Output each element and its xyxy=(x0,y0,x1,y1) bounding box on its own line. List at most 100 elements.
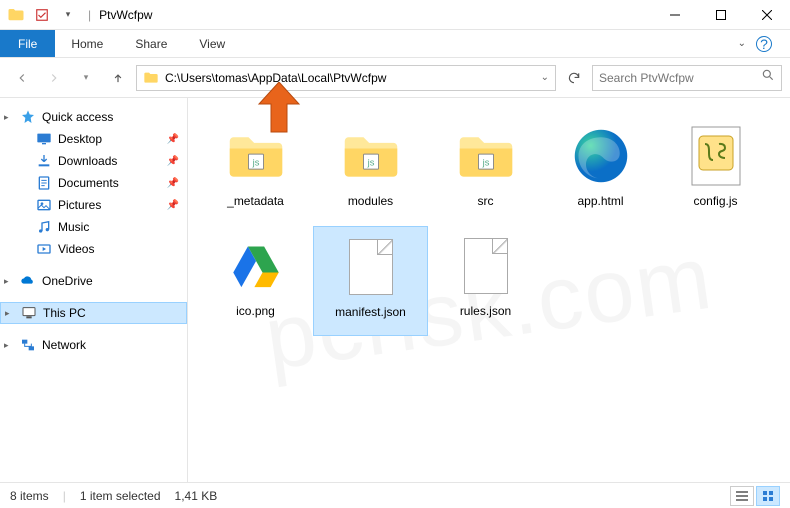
sidebar-item-label: Music xyxy=(58,220,89,234)
sidebar-item-label: Videos xyxy=(58,242,94,256)
sidebar-item-music[interactable]: Music xyxy=(0,216,187,238)
sidebar-item-videos[interactable]: Videos xyxy=(0,238,187,260)
chevron-right-icon[interactable]: ▸ xyxy=(4,276,14,287)
status-bar: 8 items | 1 item selected 1,41 KB xyxy=(0,482,790,508)
sidebar-item-label: OneDrive xyxy=(42,274,93,288)
up-button[interactable] xyxy=(104,64,132,92)
refresh-button[interactable] xyxy=(560,65,588,91)
search-box[interactable] xyxy=(592,65,782,91)
pictures-icon xyxy=(36,197,52,213)
sidebar-item-documents[interactable]: Documents 📌 xyxy=(0,172,187,194)
folder-icon xyxy=(143,70,159,86)
documents-icon xyxy=(36,175,52,191)
status-selection-size: 1,41 KB xyxy=(175,489,218,503)
pin-icon: 📌 xyxy=(167,178,179,189)
close-button[interactable] xyxy=(744,0,790,30)
sidebar-item-network[interactable]: ▸ Network xyxy=(0,334,187,356)
chevron-right-icon[interactable]: ▸ xyxy=(4,340,14,351)
blank-icon xyxy=(454,234,518,298)
file-item[interactable]: ico.png xyxy=(198,226,313,336)
desktop-icon xyxy=(36,131,52,147)
file-label: ico.png xyxy=(236,304,275,318)
quick-access-toolbar: ▾ xyxy=(0,3,84,27)
sidebar-item-label: Pictures xyxy=(58,198,101,212)
svg-text:js: js xyxy=(366,157,374,167)
title-bar: ▾ | PtvWcfpw xyxy=(0,0,790,30)
address-dropdown-icon[interactable]: ⌄ xyxy=(541,72,549,83)
svg-text:js: js xyxy=(251,157,259,167)
file-item[interactable]: js src xyxy=(428,116,543,226)
status-selection-count: 1 item selected xyxy=(80,489,161,503)
svg-text:js: js xyxy=(481,157,489,167)
address-path: C:\Users\tomas\AppData\Local\PtvWcfpw xyxy=(165,71,541,85)
file-label: manifest.json xyxy=(335,305,406,319)
sidebar-item-this-pc[interactable]: ▸ This PC xyxy=(0,302,187,324)
file-item[interactable]: js modules xyxy=(313,116,428,226)
file-item[interactable]: app.html xyxy=(543,116,658,226)
edge-icon xyxy=(569,124,633,188)
sidebar-item-downloads[interactable]: Downloads 📌 xyxy=(0,150,187,172)
sidebar-item-pictures[interactable]: Pictures 📌 xyxy=(0,194,187,216)
back-button[interactable] xyxy=(8,64,36,92)
maximize-button[interactable] xyxy=(698,0,744,30)
file-item[interactable]: manifest.json xyxy=(313,226,428,336)
sidebar-item-label: Desktop xyxy=(58,132,102,146)
large-icons-view-button[interactable] xyxy=(756,486,780,506)
chevron-right-icon[interactable]: ▸ xyxy=(5,308,15,319)
sidebar-item-onedrive[interactable]: ▸ OneDrive xyxy=(0,270,187,292)
folder-icon: js xyxy=(339,124,403,188)
file-label: src xyxy=(478,194,494,208)
sidebar-item-label: This PC xyxy=(43,306,86,320)
tab-home[interactable]: Home xyxy=(55,30,119,57)
sidebar-item-desktop[interactable]: Desktop 📌 xyxy=(0,128,187,150)
properties-icon[interactable] xyxy=(30,3,54,27)
file-item[interactable]: config.js xyxy=(658,116,773,226)
file-list[interactable]: pcrisk.com js_metadatajsmodulesjssrcapp.… xyxy=(188,98,790,482)
sidebar-item-label: Quick access xyxy=(42,110,113,124)
address-bar[interactable]: C:\Users\tomas\AppData\Local\PtvWcfpw ⌄ xyxy=(136,65,556,91)
annotation-arrow-icon xyxy=(254,82,304,138)
folder-icon: js xyxy=(454,124,518,188)
details-view-button[interactable] xyxy=(730,486,754,506)
window-title: PtvWcfpw xyxy=(99,8,152,22)
recent-dropdown-icon[interactable]: ▾ xyxy=(72,64,100,92)
sidebar-item-label: Downloads xyxy=(58,154,117,168)
file-label: app.html xyxy=(577,194,623,208)
qat-dropdown-icon[interactable]: ▾ xyxy=(56,3,80,27)
ribbon-expand-icon[interactable]: ⌄ xyxy=(738,38,746,49)
file-label: config.js xyxy=(693,194,737,208)
drive-icon xyxy=(224,234,288,298)
address-bar-row: ▾ C:\Users\tomas\AppData\Local\PtvWcfpw … xyxy=(0,58,790,98)
network-icon xyxy=(20,337,36,353)
minimize-button[interactable] xyxy=(652,0,698,30)
pin-icon: 📌 xyxy=(167,200,179,211)
pin-icon: 📌 xyxy=(167,134,179,145)
file-item[interactable]: rules.json xyxy=(428,226,543,336)
search-input[interactable] xyxy=(599,71,761,85)
pin-icon: 📌 xyxy=(167,156,179,167)
main-area: ▸ Quick access Desktop 📌 Downloads 📌 Doc… xyxy=(0,98,790,482)
star-icon xyxy=(20,109,36,125)
view-mode-buttons xyxy=(730,486,780,506)
help-icon[interactable]: ? xyxy=(756,36,772,52)
tab-share[interactable]: Share xyxy=(119,30,183,57)
file-label: _metadata xyxy=(227,194,284,208)
blank-icon xyxy=(339,235,403,299)
tab-view[interactable]: View xyxy=(183,30,241,57)
forward-button[interactable] xyxy=(40,64,68,92)
sidebar-item-label: Documents xyxy=(58,176,119,190)
videos-icon xyxy=(36,241,52,257)
window-controls xyxy=(652,0,790,30)
tab-file[interactable]: File xyxy=(0,30,55,57)
onedrive-icon xyxy=(20,273,36,289)
file-label: modules xyxy=(348,194,393,208)
folder-icon[interactable] xyxy=(4,3,28,27)
navigation-pane: ▸ Quick access Desktop 📌 Downloads 📌 Doc… xyxy=(0,98,188,482)
search-icon[interactable] xyxy=(761,68,775,87)
downloads-icon xyxy=(36,153,52,169)
status-item-count: 8 items xyxy=(10,489,49,503)
chevron-right-icon[interactable]: ▸ xyxy=(4,112,14,123)
this-pc-icon xyxy=(21,305,37,321)
sidebar-item-quick-access[interactable]: ▸ Quick access xyxy=(0,106,187,128)
sidebar-item-label: Network xyxy=(42,338,86,352)
